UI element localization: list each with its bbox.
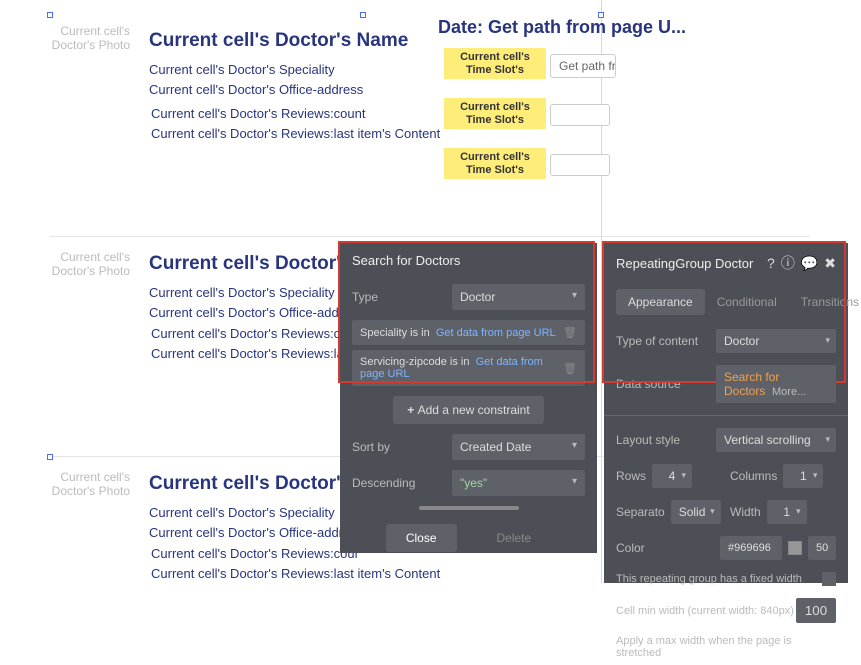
color-hex-input[interactable] <box>720 536 782 560</box>
doctor-reviews-count-text[interactable]: Current cell's Doctor's Reviews:count <box>151 106 365 121</box>
doctor-reviews-last-text[interactable]: Current cell's Doctor's Reviews:last <box>151 346 354 361</box>
selection-handle[interactable] <box>47 12 53 18</box>
min-width-label: Cell min width (current width: 840px) <box>616 605 796 617</box>
scrollbar[interactable] <box>419 506 519 510</box>
rows-dropdown[interactable]: 4 <box>652 464 692 488</box>
sort-by-dropdown[interactable]: Created Date <box>452 434 585 460</box>
data-source-more[interactable]: More... <box>772 386 806 398</box>
doctor-reviews-count-text[interactable]: Current cell's Doctor's Reviews:cour <box>151 546 359 561</box>
data-source-label: Data source <box>616 377 716 391</box>
date-title[interactable]: Date: Get path from page U... <box>438 17 686 38</box>
doctor-reviews-last-text[interactable]: Current cell's Doctor's Reviews:last ite… <box>151 566 440 581</box>
columns-dropdown[interactable]: 1 <box>783 464 823 488</box>
path-input[interactable] <box>550 154 610 176</box>
constraint-row[interactable]: Servicing-zipcode is in Get data from pa… <box>352 350 585 386</box>
sort-by-label: Sort by <box>352 440 444 454</box>
trash-icon[interactable]: 🗑 <box>563 362 577 375</box>
width-label: Width <box>730 505 761 519</box>
photo-placeholder-label: Current cell's Doctor's Photo <box>50 470 130 499</box>
rg-panel-title: RepeatingGroup Doctor <box>616 256 761 271</box>
width-dropdown[interactable]: 1 <box>767 500 807 524</box>
get-path-button[interactable]: Get path fro <box>550 54 616 78</box>
time-slot-badge[interactable]: Current cell's Time Slot's <box>444 48 546 79</box>
type-label: Type <box>352 290 444 304</box>
add-constraint-button[interactable]: Add a new constraint <box>393 396 543 424</box>
descending-dropdown[interactable]: "yes" <box>452 470 585 496</box>
max-width-label: Apply a max width when the page is stret… <box>616 635 836 659</box>
path-input[interactable] <box>550 104 610 126</box>
delete-button[interactable]: Delete <box>477 524 552 552</box>
editor-canvas: Current cell's Doctor's Photo Current ce… <box>0 0 861 583</box>
search-panel-title: Search for Doctors <box>340 243 597 278</box>
guide-vertical <box>601 0 602 583</box>
trash-icon[interactable]: 🗑 <box>563 326 577 339</box>
descending-label: Descending <box>352 476 444 490</box>
layout-style-label: Layout style <box>616 433 716 447</box>
doctor-speciality-text[interactable]: Current cell's Doctor's Speciality <box>149 285 335 300</box>
doctor-office-text[interactable]: Current cell's Doctor's Office-address <box>149 82 363 97</box>
help-icon[interactable]: ? <box>767 255 775 271</box>
info-icon[interactable]: ⓘ <box>781 253 795 273</box>
constraint-label: Speciality is in <box>360 327 430 339</box>
separator-label: Separato <box>616 505 665 519</box>
type-of-content-dropdown[interactable]: Doctor <box>716 329 836 353</box>
tab-appearance[interactable]: Appearance <box>616 289 705 315</box>
fixed-width-label: This repeating group has a fixed width <box>616 573 822 585</box>
doctor-reviews-count-text[interactable]: Current cell's Doctor's Reviews:cour <box>151 326 359 341</box>
data-source-field[interactable]: Search for Doctors More... <box>716 365 836 403</box>
doctor-office-text[interactable]: Current cell's Doctor's Office-addres: <box>149 525 360 540</box>
doctor-name-title[interactable]: Current cell's Doctor's Name <box>149 30 408 52</box>
color-alpha-input[interactable] <box>808 536 836 560</box>
type-of-content-label: Type of content <box>616 334 716 348</box>
comment-icon[interactable]: 💬 <box>801 255 818 272</box>
doctor-office-text[interactable]: Current cell's Doctor's Office-addres: <box>149 305 360 320</box>
photo-placeholder-label: Current cell's Doctor's Photo <box>50 250 130 279</box>
tab-transitions[interactable]: Transitions <box>789 289 861 315</box>
color-label: Color <box>616 541 720 555</box>
constraint-label: Servicing-zipcode is in <box>360 356 469 368</box>
close-icon[interactable]: ✖ <box>824 255 836 272</box>
constraint-link[interactable]: Get data from page URL <box>436 327 556 339</box>
row-divider <box>50 236 810 237</box>
repeating-group-panel: RepeatingGroup Doctor ? ⓘ 💬 ✖ Appearance… <box>604 243 848 583</box>
min-width-input[interactable] <box>796 598 836 623</box>
doctor-reviews-last-text[interactable]: Current cell's Doctor's Reviews:last ite… <box>151 126 440 141</box>
search-panel: Search for Doctors Type Doctor Specialit… <box>340 243 597 553</box>
photo-placeholder-label: Current cell's Doctor's Photo <box>50 24 130 53</box>
descending-value: "yes" <box>460 476 487 490</box>
rows-label: Rows <box>616 469 646 483</box>
doctor-speciality-text[interactable]: Current cell's Doctor's Speciality <box>149 505 335 520</box>
columns-label: Columns <box>730 469 777 483</box>
time-slot-badge[interactable]: Current cell's Time Slot's <box>444 148 546 179</box>
tab-conditional[interactable]: Conditional <box>705 289 789 315</box>
constraint-row[interactable]: Speciality is in Get data from page URL … <box>352 320 585 345</box>
fixed-width-checkbox[interactable] <box>822 572 836 586</box>
selection-handle[interactable] <box>360 12 366 18</box>
color-swatch[interactable] <box>788 541 802 555</box>
doctor-speciality-text[interactable]: Current cell's Doctor's Speciality <box>149 62 335 77</box>
separator-dropdown[interactable]: Solid <box>671 500 721 524</box>
close-button[interactable]: Close <box>386 524 457 552</box>
type-dropdown[interactable]: Doctor <box>452 284 585 310</box>
time-slot-badge[interactable]: Current cell's Time Slot's <box>444 98 546 129</box>
selection-handle[interactable] <box>47 454 53 460</box>
layout-style-dropdown[interactable]: Vertical scrolling <box>716 428 836 452</box>
